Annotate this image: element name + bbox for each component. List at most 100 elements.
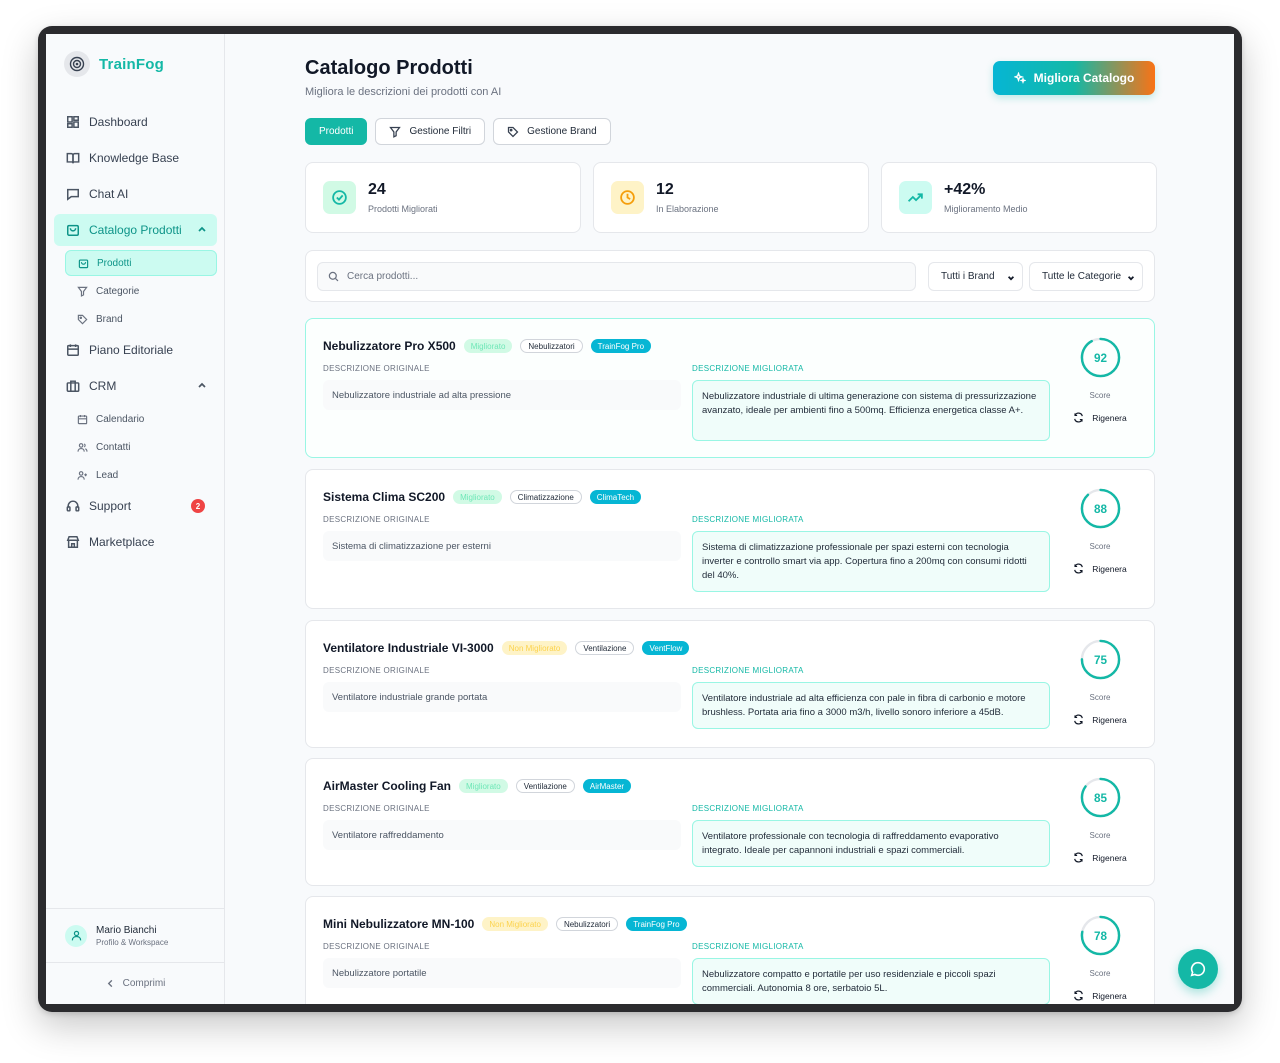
stat-value: +42% (944, 181, 986, 198)
refresh-icon (1074, 563, 1084, 574)
regenerate-button[interactable]: Rigenera (1073, 714, 1127, 725)
product-header: Nebulizzatore Pro X500 Migliorato Nebuli… (323, 339, 652, 353)
sidebar-subitem-brand[interactable]: Brand (65, 306, 217, 332)
chevron-left-icon (107, 979, 112, 988)
search-placeholder: Cerca prodotti... (347, 271, 419, 282)
brand[interactable]: TrainFog (64, 51, 164, 77)
refresh-icon (1074, 412, 1084, 423)
regenerate-button[interactable]: Rigenera (1073, 852, 1127, 863)
sidebar-item-piano-editoriale[interactable]: Piano Editoriale (54, 334, 217, 366)
app-screen: TrainFog Dashboard Knowledge Base Chat A… (46, 34, 1234, 1004)
book-icon (66, 152, 80, 164)
crm-submenu: Calendario Contatti Lead (54, 406, 217, 488)
tab-label: Gestione Filtri (409, 126, 472, 137)
score-ring: 85 (1079, 776, 1122, 824)
stat-icon-wrap (611, 181, 644, 214)
sidebar-item-crm[interactable]: CRM (54, 370, 217, 402)
regenerate-button[interactable]: Rigenera (1073, 990, 1127, 1001)
stat-value: 12 (656, 181, 674, 198)
score-value: 88 (1093, 503, 1107, 516)
sidebar-subitem-prodotti[interactable]: Prodotti (65, 250, 217, 276)
calendar-icon (67, 344, 79, 356)
status-badge: Non Migliorato (482, 917, 548, 931)
sidebar-item-catalogo-prodotti[interactable]: Catalogo Prodotti (54, 214, 217, 246)
score-value: 92 (1093, 352, 1107, 365)
sparkles-icon (1013, 72, 1026, 84)
status-badge: Non Migliorato (501, 641, 568, 655)
score-label: Score (1089, 391, 1111, 400)
category-select[interactable]: Tutte le Categorie (1029, 262, 1143, 291)
sidebar-item-chat-ai[interactable]: Chat AI (54, 178, 217, 210)
sidebar-item-support[interactable]: Support 2 (54, 490, 217, 522)
check-circle-icon (332, 190, 347, 205)
brand-badge: ClimaTech (589, 490, 642, 504)
regenerate-button[interactable]: Rigenera (1073, 563, 1127, 574)
stats-row: 24 Prodotti Migliorati 12 In Elaborazion… (305, 162, 1157, 233)
product-header: AirMaster Cooling Fan Migliorato Ventila… (323, 779, 632, 793)
sidebar-item-marketplace[interactable]: Marketplace (54, 526, 217, 558)
regenerate-label: Rigenera (1092, 990, 1127, 1001)
sidebar-subitem-calendario[interactable]: Calendario (65, 406, 217, 432)
product-card[interactable]: Sistema Clima SC200 Migliorato Climatizz… (305, 469, 1155, 609)
score-label: Score (1089, 542, 1111, 551)
product-card[interactable]: AirMaster Cooling Fan Migliorato Ventila… (305, 758, 1155, 886)
sidebar-subitem-label: Lead (96, 469, 119, 481)
brand-select[interactable]: Tutti i Brand (928, 262, 1023, 291)
sidebar-item-dashboard[interactable]: Dashboard (54, 106, 217, 138)
tab-gestione-filtri[interactable]: Gestione Filtri (375, 118, 486, 145)
improved-description: Ventilatore professionale con tecnologia… (692, 820, 1050, 867)
headset-icon (66, 500, 80, 512)
product-card[interactable]: Mini Nebulizzatore MN-100 Non Migliorato… (305, 896, 1155, 1004)
sidebar-subitem-label: Brand (96, 313, 123, 325)
product-card[interactable]: Nebulizzatore Pro X500 Migliorato Nebuli… (305, 318, 1155, 458)
category-select-value: Tutte le Categorie (1042, 271, 1122, 282)
stat-label: Prodotti Migliorati (368, 204, 438, 214)
chevron-down-icon (1007, 276, 1015, 281)
sidebar-subitem-label: Contatti (96, 441, 131, 453)
user-profile[interactable]: Mario Bianchi Profilo & Workspace (46, 908, 225, 962)
sidebar-item-label: Piano Editoriale (89, 343, 174, 357)
score-value: 85 (1093, 792, 1107, 805)
sidebar-subitem-label: Categorie (96, 285, 140, 297)
dashboard-icon (67, 116, 79, 128)
regenerate-button[interactable]: Rigenera (1073, 412, 1127, 423)
trainfog-logo-icon (64, 51, 90, 77)
sidebar-subitem-lead[interactable]: Lead (65, 462, 217, 488)
status-badge: Migliorato (453, 490, 502, 504)
improved-description: Sistema di climatizzazione professionale… (692, 531, 1050, 592)
sidebar-item-label: Dashboard (89, 115, 148, 129)
refresh-icon (1074, 990, 1084, 1001)
sidebar-item-knowledge-base[interactable]: Knowledge Base (54, 142, 217, 174)
improve-catalog-button[interactable]: Migliora Catalogo (993, 61, 1155, 95)
sidebar-subitem-contatti[interactable]: Contatti (65, 434, 217, 460)
product-name: Sistema Clima SC200 (323, 490, 446, 504)
original-description-label: DESCRIZIONE ORIGINALE (323, 364, 430, 373)
tab-gestione-brand[interactable]: Gestione Brand (493, 118, 611, 145)
sidebar-subitem-categorie[interactable]: Categorie (65, 278, 217, 304)
category-badge: Nebulizzatori (555, 917, 619, 931)
brand-select-value: Tutti i Brand (941, 271, 995, 282)
product-name: Ventilatore Industriale VI-3000 (323, 641, 494, 655)
score-panel: 75 Score Rigenera (1063, 638, 1137, 725)
original-description-label: DESCRIZIONE ORIGINALE (323, 942, 430, 951)
sidebar-nav: Dashboard Knowledge Base Chat AI Catalog… (54, 106, 217, 562)
sidebar-subitem-label: Prodotti (97, 257, 132, 269)
profile-role: Profilo & Workspace (96, 937, 169, 947)
chat-support-button[interactable] (1178, 949, 1218, 989)
improved-description-label: DESCRIZIONE MIGLIORATA (692, 942, 804, 951)
search-input[interactable]: Cerca prodotti... (317, 262, 916, 291)
regenerate-label: Rigenera (1092, 412, 1127, 423)
sidebar-item-label: Marketplace (89, 535, 155, 549)
product-card[interactable]: Ventilatore Industriale VI-3000 Non Migl… (305, 620, 1155, 748)
score-panel: 92 Score Rigenera (1063, 336, 1137, 423)
status-badge: Migliorato (463, 339, 513, 353)
regenerate-label: Rigenera (1092, 714, 1127, 725)
sidebar-subitem-label: Calendario (96, 413, 145, 425)
tab-bar: Prodotti Gestione Filtri Gestione Brand (305, 118, 611, 145)
filter-icon (389, 126, 402, 138)
tag-icon (77, 314, 88, 324)
score-panel: 78 Score Rigenera (1063, 914, 1137, 1001)
tab-prodotti[interactable]: Prodotti (305, 118, 368, 145)
collapse-sidebar-button[interactable]: Comprimi (46, 962, 225, 1004)
original-description: Ventilatore raffreddamento (323, 820, 681, 850)
